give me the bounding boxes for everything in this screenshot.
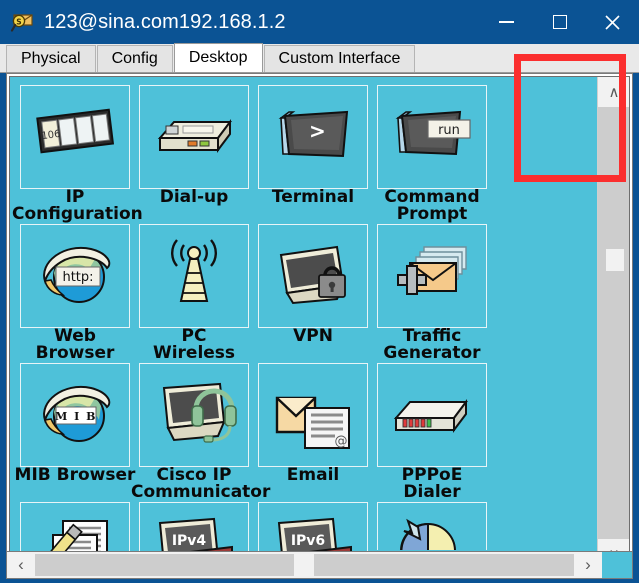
desktop-item-label: Dial-up bbox=[131, 189, 257, 206]
desktop-item-email[interactable]: @ Email bbox=[258, 363, 377, 502]
maximize-button[interactable] bbox=[533, 0, 586, 44]
label-line: Configuration bbox=[12, 204, 143, 224]
scroll-up-button[interactable]: ∧ bbox=[598, 77, 629, 107]
desktop-item-mib-browser[interactable]: M I B MIB Browser bbox=[15, 363, 139, 502]
icon-box: 106 bbox=[20, 85, 130, 189]
desktop-item-vpn[interactable]: VPN bbox=[258, 224, 377, 363]
vertical-scroll-track[interactable] bbox=[598, 107, 629, 539]
tab-desktop[interactable]: Desktop bbox=[173, 43, 263, 72]
terminal-icon: > bbox=[267, 96, 359, 178]
window-controls bbox=[480, 0, 639, 44]
desktop-item-ip-configuration[interactable]: 106 IP Configuration bbox=[12, 85, 143, 224]
vpn-icon bbox=[267, 235, 359, 317]
vertical-scrollbar[interactable]: ∧ ∨ bbox=[597, 77, 629, 569]
desktop-item-cisco-ip-communicator[interactable]: Cisco IP Communicator bbox=[131, 363, 270, 502]
icon-box: run bbox=[377, 85, 487, 189]
tab-strip: Physical Config Desktop Custom Interface bbox=[0, 43, 639, 73]
svg-text:@: @ bbox=[335, 434, 348, 449]
desktop-item-label: Terminal bbox=[250, 189, 376, 206]
svg-text:IPv4: IPv4 bbox=[172, 533, 207, 549]
window-title: 123@sina.com192.168.1.2 bbox=[44, 10, 286, 33]
pc-wireless-icon bbox=[148, 235, 240, 317]
dial-up-modem-icon bbox=[148, 96, 240, 178]
label-line: Prompt bbox=[396, 204, 468, 224]
scroll-right-button[interactable]: › bbox=[574, 552, 602, 578]
svg-text:S: S bbox=[16, 17, 21, 26]
svg-text:run: run bbox=[438, 123, 460, 138]
label-line: Generator bbox=[383, 343, 481, 363]
icon-box bbox=[377, 363, 487, 467]
icon-box bbox=[139, 224, 249, 328]
icon-box: http: bbox=[20, 224, 130, 328]
desktop-icon-grid: 106 IP Configuration Dial-up > Terminal … bbox=[10, 77, 603, 569]
label-line: Dial-up bbox=[159, 187, 229, 207]
packet-tracer-device-window: S 123@sina.com192.168.1.2 Physical Confi… bbox=[0, 0, 639, 583]
desktop-item-label: Command Prompt bbox=[369, 189, 495, 223]
minimize-button[interactable] bbox=[480, 0, 533, 44]
label-line: Dialer bbox=[403, 482, 461, 502]
label-line: MIB Browser bbox=[14, 465, 136, 485]
desktop-item-monitor[interactable] bbox=[377, 502, 496, 550]
desktop-item-label: PC Wireless bbox=[131, 328, 257, 362]
label-line: Communicator bbox=[131, 482, 271, 502]
pppoe-dialer-icon bbox=[386, 374, 478, 456]
email-icon: @ bbox=[267, 374, 359, 456]
traffic-generator-icon bbox=[386, 235, 478, 317]
icon-box bbox=[258, 224, 368, 328]
vertical-scroll-thumb[interactable] bbox=[606, 249, 624, 271]
horizontal-scroll-track[interactable] bbox=[35, 554, 574, 576]
svg-text:M I B: M I B bbox=[55, 410, 97, 423]
label-line: Browser bbox=[35, 343, 115, 363]
horizontal-scroll-thumb[interactable] bbox=[294, 554, 314, 576]
desktop-item-pppoe-dialer[interactable]: PPPoE Dialer bbox=[377, 363, 496, 502]
desktop-item-label: Email bbox=[250, 467, 376, 484]
close-icon bbox=[605, 14, 620, 30]
desktop-item-label: MIB Browser bbox=[12, 467, 138, 484]
label-line: VPN bbox=[293, 326, 333, 346]
desktop-item-traffic-generator[interactable]: Traffic Generator bbox=[377, 224, 496, 363]
icon-box bbox=[377, 224, 487, 328]
desktop-item-label: IP Configuration bbox=[12, 189, 143, 224]
svg-text:http:: http: bbox=[62, 270, 93, 285]
desktop-item-terminal[interactable]: > Terminal bbox=[258, 85, 377, 224]
desktop-panel: 106 IP Configuration Dial-up > Terminal … bbox=[6, 73, 633, 573]
title-bar: S 123@sina.com192.168.1.2 bbox=[0, 0, 639, 44]
desktop-item-pc-wireless[interactable]: PC Wireless bbox=[139, 224, 258, 363]
desktop-item-label: Traffic Generator bbox=[369, 328, 495, 362]
icon-box bbox=[377, 502, 487, 550]
desktop-item-label: Web Browser bbox=[12, 328, 138, 362]
web-browser-icon: http: bbox=[29, 235, 121, 317]
cisco-ip-communicator-icon bbox=[148, 374, 240, 456]
desktop-item-web-browser[interactable]: http: Web Browser bbox=[20, 224, 139, 363]
icon-box: > bbox=[258, 85, 368, 189]
svg-text:>: > bbox=[309, 119, 326, 143]
icon-box: @ bbox=[258, 363, 368, 467]
desktop-item-label: Cisco IP Communicator bbox=[131, 467, 271, 502]
label-line: Terminal bbox=[271, 187, 355, 207]
horizontal-scrollbar[interactable]: ‹ › bbox=[6, 551, 633, 579]
command-prompt-icon: run bbox=[386, 96, 478, 178]
icon-box bbox=[139, 363, 249, 467]
label-line: Email bbox=[286, 465, 340, 485]
close-button[interactable] bbox=[586, 0, 639, 44]
desktop-item-label: PPPoE Dialer bbox=[369, 467, 495, 501]
desktop-item-command-prompt[interactable]: run Command Prompt bbox=[377, 85, 496, 224]
mib-browser-icon: M I B bbox=[29, 374, 121, 456]
tab-custom-interface[interactable]: Custom Interface bbox=[263, 45, 416, 72]
envelope-magnifier-icon: S bbox=[10, 9, 36, 35]
tab-physical[interactable]: Physical bbox=[6, 45, 96, 72]
desktop-item-dial-up[interactable]: Dial-up bbox=[139, 85, 258, 224]
desktop-item-label: VPN bbox=[250, 328, 376, 345]
ip-configuration-icon: 106 bbox=[29, 96, 121, 178]
monitor-piechart-icon bbox=[386, 513, 478, 550]
scroll-left-button[interactable]: ‹ bbox=[7, 552, 35, 578]
label-line: Wireless bbox=[152, 343, 236, 363]
svg-text:IPv6: IPv6 bbox=[291, 533, 325, 549]
icon-box bbox=[139, 85, 249, 189]
icon-box: M I B bbox=[20, 363, 130, 467]
tab-config[interactable]: Config bbox=[96, 45, 173, 72]
svg-text:106: 106 bbox=[41, 129, 61, 142]
scrollbar-corner bbox=[602, 552, 632, 578]
